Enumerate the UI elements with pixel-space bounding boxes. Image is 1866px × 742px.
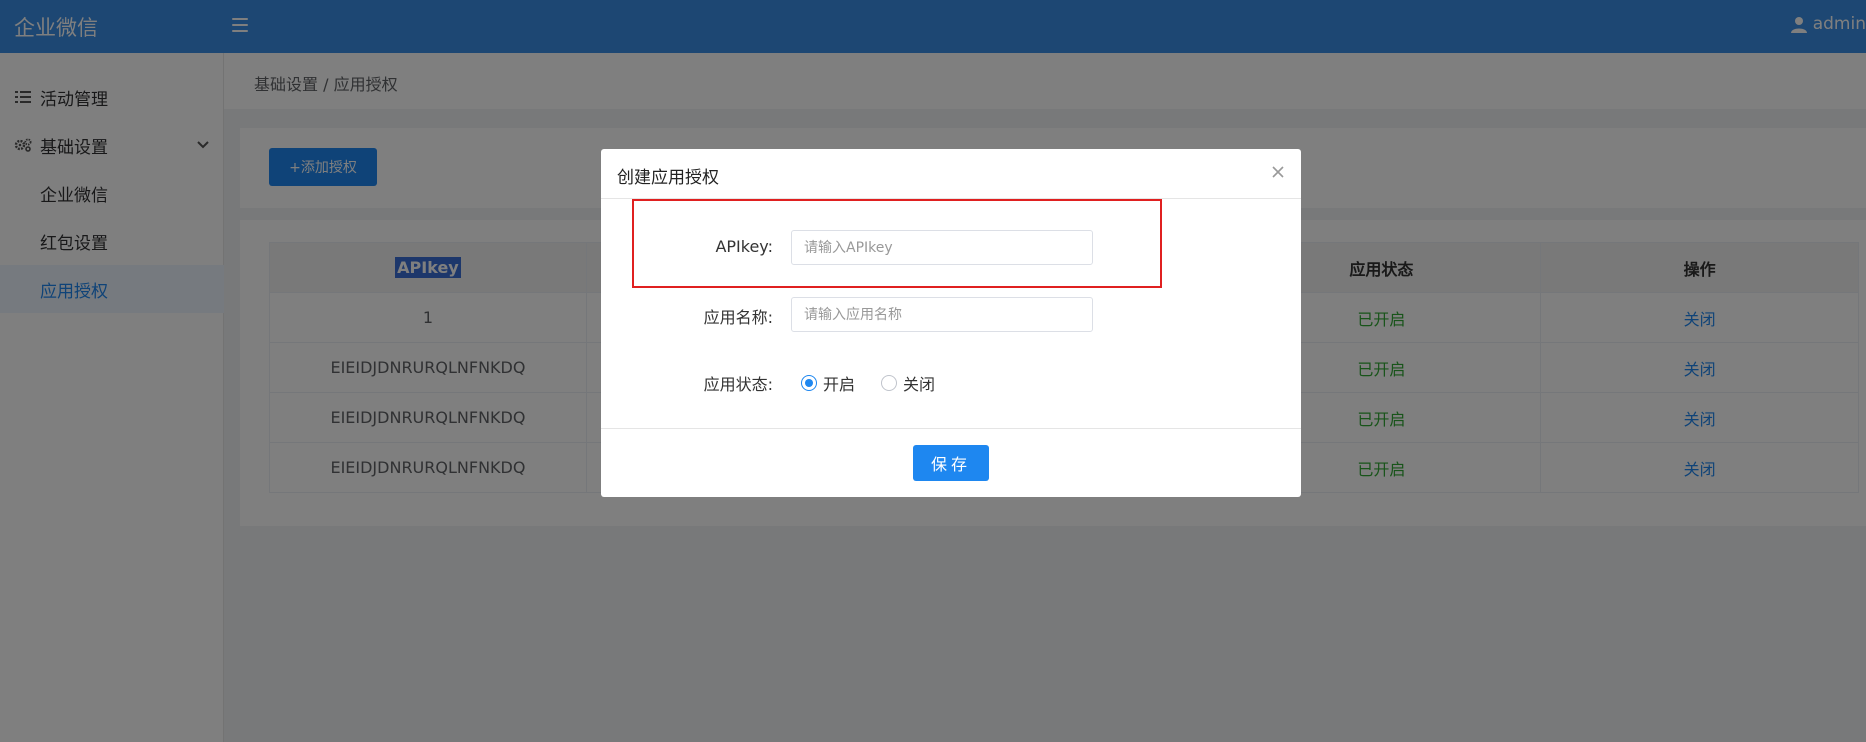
status-off-radio[interactable]	[881, 375, 898, 391]
apikey-input[interactable]	[791, 230, 1093, 265]
status-radio-group: 开启 关闭	[801, 371, 961, 395]
dialog-header: 创建应用授权	[601, 149, 1301, 199]
appname-label: 应用名称:	[703, 308, 773, 327]
close-icon[interactable]	[1271, 165, 1285, 179]
dialog-footer: 保存	[601, 428, 1301, 497]
status-on-label[interactable]: 开启	[823, 371, 855, 395]
status-on-radio[interactable]	[801, 375, 817, 391]
status-label: 应用状态:	[703, 375, 773, 394]
appname-input[interactable]	[791, 297, 1093, 332]
apikey-label: APIkey:	[715, 237, 773, 256]
status-off-label[interactable]: 关闭	[903, 371, 935, 395]
dialog-title: 创建应用授权	[617, 168, 719, 188]
create-auth-dialog: 创建应用授权 APIkey: 应用名称: 应用状态: 开启 关闭 保存	[601, 149, 1301, 497]
save-button[interactable]: 保存	[913, 445, 989, 481]
